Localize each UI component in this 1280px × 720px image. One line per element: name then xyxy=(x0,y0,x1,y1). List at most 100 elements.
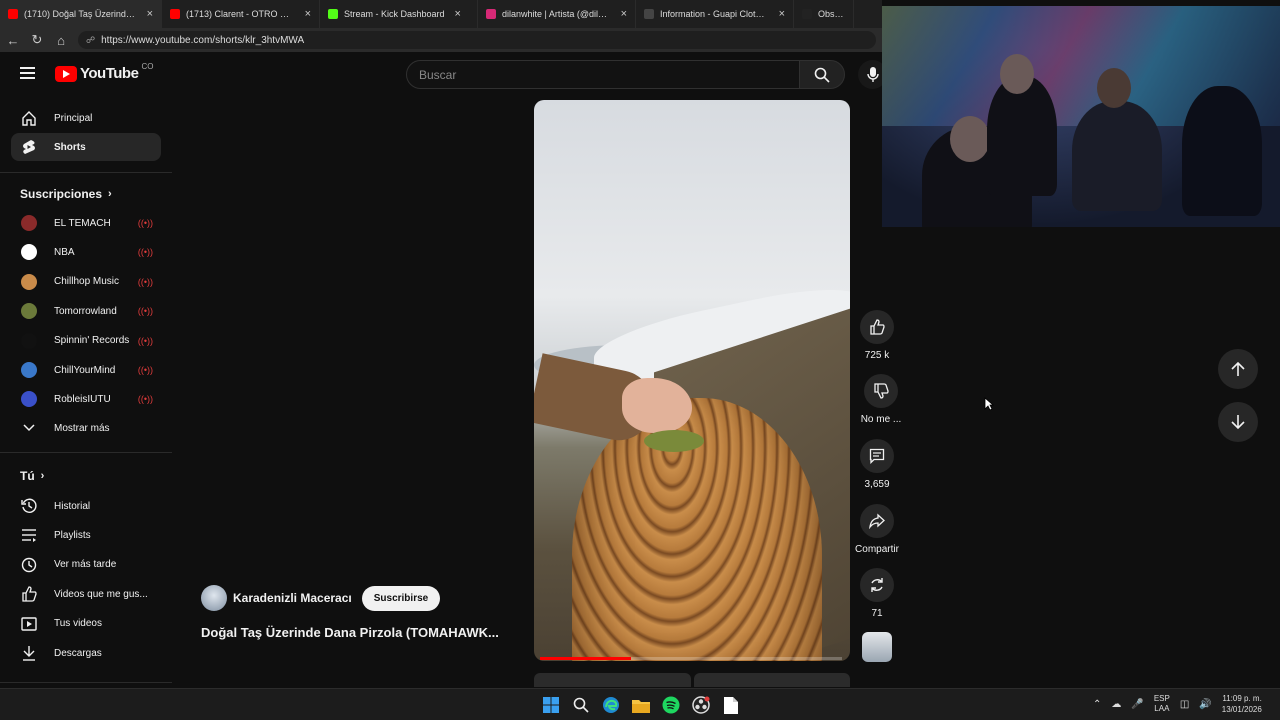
tab-close-icon[interactable]: × xyxy=(455,8,461,20)
dislike-button[interactable]: No me ... xyxy=(856,374,906,425)
webcam-person xyxy=(1182,86,1262,216)
like-button[interactable]: 725 k xyxy=(854,310,900,361)
sidebar-item-liked[interactable]: Videos que me gus... xyxy=(11,580,161,608)
obs-icon[interactable] xyxy=(691,695,711,715)
sidebar-item-label: Historial xyxy=(54,500,91,512)
sidebar-item-subscription[interactable]: EL TEMACH ((•)) xyxy=(11,209,161,237)
live-icon: ((•)) xyxy=(137,247,153,258)
sidebar-item-subscription[interactable]: NBA ((•)) xyxy=(11,238,161,266)
channel-name[interactable]: Karadenizli Maceracı xyxy=(233,591,352,605)
clock-date: 13/01/2026 xyxy=(1221,705,1262,714)
channel-avatar xyxy=(21,244,37,261)
sidebar-item-subscription[interactable]: Tomorrowland ((•)) xyxy=(11,297,161,325)
chevron-down-icon xyxy=(20,424,38,432)
search-button[interactable] xyxy=(799,60,845,89)
comments-button[interactable]: 3,659 xyxy=(854,439,900,490)
chevron-up-icon[interactable]: ⌃ xyxy=(1093,699,1101,710)
search-icon[interactable] xyxy=(571,695,591,715)
tab-close-icon[interactable]: × xyxy=(779,8,785,20)
youtube-logo[interactable]: YouTube CO xyxy=(55,62,153,82)
volume-icon[interactable]: 🔊 xyxy=(1199,699,1211,710)
channel-avatar xyxy=(21,391,37,408)
language-indicator[interactable]: ESP LAA xyxy=(1154,694,1170,714)
sidebar-item-shorts[interactable]: Shorts xyxy=(11,133,161,161)
channel-info: Karadenizli Maceracı Suscribirse xyxy=(201,585,441,611)
home-icon[interactable]: ⌂ xyxy=(54,33,68,48)
url-field[interactable]: ☍ https://www.youtube.com/shorts/klr_3ht… xyxy=(78,31,876,49)
liked-icon xyxy=(20,586,38,602)
edge-browser-icon[interactable] xyxy=(601,695,621,715)
reload-icon[interactable]: ↻ xyxy=(30,32,44,48)
remix-button[interactable]: 71 xyxy=(854,568,900,619)
subscriptions-heading[interactable]: Suscripciones › xyxy=(20,187,112,201)
share-icon xyxy=(869,513,885,529)
channel-avatar[interactable] xyxy=(201,585,227,611)
share-button[interactable]: Compartir xyxy=(852,504,902,555)
onedrive-icon[interactable]: ☁ xyxy=(1111,699,1121,710)
sidebar-item-principal[interactable]: Principal xyxy=(11,104,161,132)
previous-short-button[interactable] xyxy=(1218,349,1258,389)
subscription-name: Spinnin' Records xyxy=(54,335,130,347)
sidebar-item-playlists[interactable]: Playlists xyxy=(11,521,161,549)
tab-close-icon[interactable]: × xyxy=(621,8,627,20)
sidebar-item-label: Ver más tarde xyxy=(54,559,117,571)
back-icon[interactable]: ← xyxy=(6,33,20,48)
sidebar-item-subscription[interactable]: ChillYourMind ((•)) xyxy=(11,356,161,384)
tab-title: dilanwhite | Artista (@dilanwhite xyxy=(502,9,611,19)
site-info-icon[interactable]: ☍ xyxy=(86,35,95,46)
logo-text: YouTube xyxy=(80,65,139,82)
sidebar-item-label: Descargas xyxy=(54,647,102,659)
sidebar-item-subscription[interactable]: Chillhop Music ((•)) xyxy=(11,268,161,296)
browser-tab[interactable]: (1713) Clarent - OTRO MOMENTO × xyxy=(162,0,320,28)
subscribe-button[interactable]: Suscribirse xyxy=(361,585,441,611)
tab-favicon-icon xyxy=(486,9,496,19)
sidebar-item-watch-later[interactable]: Ver más tarde xyxy=(11,551,161,579)
search-input[interactable]: Buscar xyxy=(406,60,800,89)
tab-favicon-icon xyxy=(8,9,18,19)
sidebar-item-label: Playlists xyxy=(54,529,91,541)
next-short-preview[interactable] xyxy=(534,673,850,687)
spotify-icon[interactable] xyxy=(661,695,681,715)
sidebar-item-subscription[interactable]: RobleisIUTU ((•)) xyxy=(11,385,161,413)
sidebar-item-your-videos[interactable]: Tus videos xyxy=(11,610,161,638)
sidebar-item-downloads[interactable]: Descargas xyxy=(11,639,161,667)
sound-thumbnail[interactable] xyxy=(862,632,892,662)
show-more-button[interactable]: Mostrar más xyxy=(11,414,161,442)
shorts-video-player[interactable] xyxy=(534,100,850,661)
browser-tab[interactable]: Stream - Kick Dashboard × xyxy=(320,0,478,28)
system-tray: ⌃ ☁ 🎤 ESP LAA ◫ 🔊 11:09 p. m. 13/01/2026 xyxy=(1093,693,1262,715)
file-explorer-icon[interactable] xyxy=(631,695,651,715)
channel-avatar xyxy=(21,362,37,378)
tab-close-icon[interactable]: × xyxy=(147,8,153,20)
you-title: Tú xyxy=(20,469,35,483)
shorts-icon xyxy=(20,139,38,155)
windows-start-icon[interactable] xyxy=(541,695,561,715)
channel-avatar xyxy=(21,273,37,290)
browser-tab[interactable]: Information - Guapi Clothing - Ch × xyxy=(636,0,794,28)
live-icon: ((•)) xyxy=(137,365,153,375)
tab-favicon-icon xyxy=(644,9,654,19)
browser-tab[interactable]: (1710) Doğal Taş Üzerinde Da × xyxy=(0,0,162,28)
network-icon[interactable]: ◫ xyxy=(1180,699,1189,710)
document-icon[interactable] xyxy=(721,695,741,715)
microphone-icon[interactable]: 🎤 xyxy=(1131,699,1143,710)
youtube-header: YouTube CO Buscar xyxy=(0,52,887,96)
next-short-button[interactable] xyxy=(1218,402,1258,442)
sidebar-item-label: Principal xyxy=(54,112,93,124)
video-title[interactable]: Doğal Taş Üzerinde Dana Pirzola (TOMAHAW… xyxy=(201,625,521,640)
browser-tab[interactable]: dilanwhite | Artista (@dilanwhite × xyxy=(478,0,636,28)
browser-tab[interactable]: Obsidian Black E xyxy=(794,0,854,28)
sidebar-item-label: Videos que me gus... xyxy=(54,588,148,600)
tab-close-icon[interactable]: × xyxy=(305,8,311,20)
show-more-label: Mostrar más xyxy=(54,422,110,434)
clock[interactable]: 11:09 p. m. 13/01/2026 xyxy=(1222,693,1262,715)
sidebar-item-subscription[interactable]: Spinnin' Records ((•)) xyxy=(11,327,161,355)
webcam-overlay xyxy=(882,6,1280,227)
remix-count: 71 xyxy=(871,608,883,619)
menu-icon[interactable] xyxy=(20,67,35,82)
video-progress-bar[interactable] xyxy=(540,657,842,660)
comment-icon xyxy=(869,448,885,464)
tab-favicon-icon xyxy=(170,9,180,19)
sidebar-item-history[interactable]: Historial xyxy=(11,492,161,520)
you-heading[interactable]: Tú › xyxy=(20,469,44,483)
